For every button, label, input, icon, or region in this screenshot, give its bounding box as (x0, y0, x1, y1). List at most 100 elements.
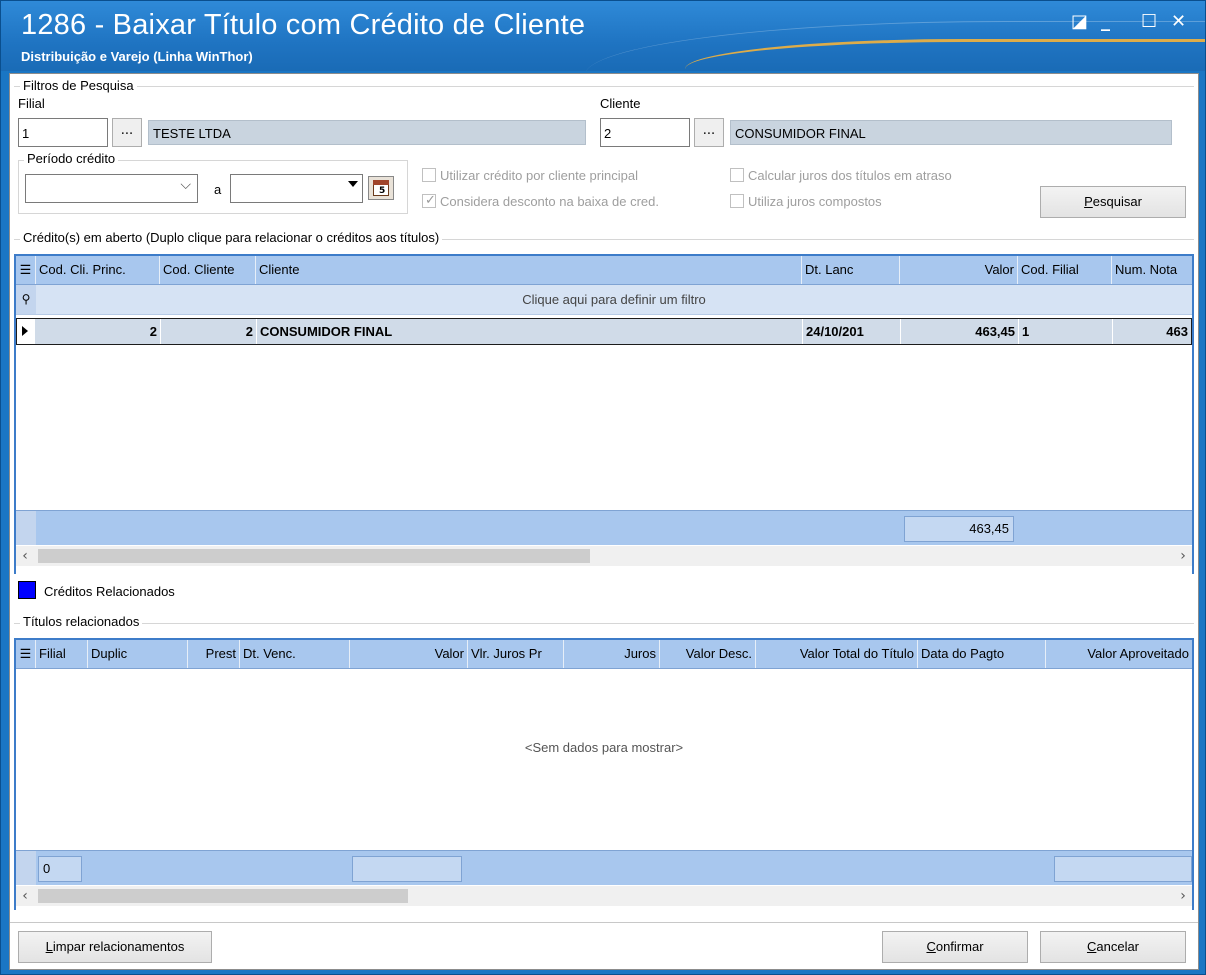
scroll-right-icon[interactable]: › (1174, 886, 1192, 906)
col-vlr-juros-pr[interactable]: Vlr. Juros Pr (468, 640, 564, 668)
col-valor-total[interactable]: Valor Total do Título (756, 640, 918, 668)
column-chooser-icon[interactable]: ☰ (16, 256, 36, 284)
filial-label: Filial (18, 96, 45, 111)
col-dt-lanc[interactable]: Dt. Lanc (802, 256, 900, 284)
checkbox-checked-icon: ✓ (422, 192, 436, 208)
footer-indicator (16, 511, 36, 545)
col-dt-venc[interactable]: Dt. Venc. (240, 640, 350, 668)
confirmar-label: onfirmar (935, 939, 984, 954)
pesquisar-label: esquisar (1092, 194, 1142, 209)
checkbox-icon (730, 194, 744, 208)
cell-cod-cli-princ: 2 (37, 319, 161, 344)
titulos-footer: 0 (16, 850, 1192, 885)
scroll-thumb[interactable] (38, 549, 590, 563)
col-data-pagto[interactable]: Data do Pagto (918, 640, 1046, 668)
column-chooser-icon[interactable]: ☰ (16, 640, 36, 668)
sum-valor-box (352, 856, 462, 882)
window-subtitle: Distribuição e Varejo (Linha WinThor) (21, 49, 253, 64)
creditos-legend: Crédito(s) em aberto (Duplo clique para … (20, 230, 443, 245)
restore-icon[interactable]: ◪ (1071, 11, 1088, 32)
cell-dt-lanc: 24/10/201 (803, 319, 901, 344)
chevron-down-icon: ⌵ (180, 177, 191, 193)
checkbox-icon (422, 168, 436, 182)
confirmar-button[interactable]: Confirmar (882, 931, 1028, 963)
cancelar-button[interactable]: Cancelar (1040, 931, 1186, 963)
col-valor-desc[interactable]: Valor Desc. (660, 640, 756, 668)
col-cliente[interactable]: Cliente (256, 256, 802, 284)
row-indicator-icon (17, 319, 35, 344)
cell-cliente: CONSUMIDOR FINAL (257, 319, 803, 344)
filter-row[interactable]: ⚲ Clique aqui para definir um filtro (16, 285, 1192, 315)
col-cod-cli-princ[interactable]: Cod. Cli. Princ. (36, 256, 160, 284)
cell-cod-filial: 1 (1019, 319, 1113, 344)
col-filial[interactable]: Filial (36, 640, 88, 668)
cliente-label: Cliente (600, 96, 641, 111)
col-cod-filial[interactable]: Cod. Filial (1018, 256, 1112, 284)
titulos-group-line (14, 623, 1194, 624)
cliente-code-input[interactable]: 2 (600, 118, 690, 147)
app-window: 1286 - Baixar Título com Crédito de Clie… (0, 0, 1206, 975)
creditos-grid[interactable]: ☰ Cod. Cli. Princ. Cod. Cliente Cliente … (14, 254, 1194, 574)
periodo-legend: Período crédito (24, 151, 119, 166)
confirmar-hotkey: C (926, 939, 936, 954)
title-bar[interactable]: 1286 - Baixar Título com Crédito de Clie… (1, 1, 1205, 71)
client-area: Filtros de Pesquisa Filial 1 ... TESTE L… (9, 73, 1199, 970)
col-valor-aproveitado[interactable]: Valor Aproveitado (1046, 640, 1192, 668)
col-cod-cliente[interactable]: Cod. Cliente (160, 256, 256, 284)
cancelar-hotkey: C (1086, 939, 1097, 954)
check-juros-atraso-label: Calcular juros dos títulos em atraso (748, 168, 952, 183)
checkbox-icon (730, 168, 744, 182)
pesquisar-hotkey: P (1084, 194, 1093, 209)
bottom-divider (10, 922, 1198, 923)
check-cliente-principal-label: Utilizar crédito por cliente principal (440, 168, 638, 183)
sum-aproveitado-box (1054, 856, 1192, 882)
titulos-hscrollbar[interactable]: ‹ › (16, 886, 1192, 906)
col-valor-titulo[interactable]: Valor (350, 640, 468, 668)
cell-num-nota: 463 (1166, 324, 1188, 339)
limpar-hotkey: L (45, 939, 53, 954)
footer-indicator (16, 851, 36, 885)
filial-lookup-button[interactable]: ... (112, 118, 142, 147)
table-row[interactable]: 2 2 CONSUMIDOR FINAL 24/10/201 463,45 1 … (16, 318, 1192, 345)
filter-icon[interactable]: ⚲ (16, 285, 36, 314)
creditos-hscrollbar[interactable]: ‹ › (16, 546, 1192, 566)
scroll-left-icon[interactable]: ‹ (16, 886, 34, 906)
periodo-from-select[interactable]: ⌵ (25, 174, 198, 203)
total-valor: 463,45 (904, 516, 1014, 542)
calendar-icon[interactable]: 5 (368, 176, 394, 200)
scroll-left-icon[interactable]: ‹ (16, 546, 34, 566)
col-valor[interactable]: Valor (900, 256, 1018, 284)
filial-code-input[interactable]: 1 (18, 118, 108, 147)
col-prest[interactable]: Prest (188, 640, 240, 668)
limpar-relacionamentos-button[interactable]: Limpar relacionamentos (18, 931, 212, 963)
creditos-header: ☰ Cod. Cli. Princ. Cod. Cliente Cliente … (16, 256, 1192, 285)
check-desconto-label: Considera desconto na baixa de cred. (440, 194, 659, 209)
pesquisar-button[interactable]: Pesquisar (1040, 186, 1186, 218)
col-juros[interactable]: Juros (564, 640, 660, 668)
scroll-thumb[interactable] (38, 889, 408, 903)
check-juros-compostos[interactable]: Utiliza juros compostos (730, 194, 882, 209)
check-juros-atraso[interactable]: Calcular juros dos títulos em atraso (730, 168, 952, 183)
filial-name-field: TESTE LTDA (148, 120, 586, 145)
cliente-lookup-button[interactable]: ... (694, 118, 724, 147)
cancelar-label: ancelar (1096, 939, 1140, 954)
col-num-nota[interactable]: Num. Nota (1112, 256, 1192, 284)
creditos-footer: 463,45 (16, 510, 1192, 545)
filter-hint: Clique aqui para definir um filtro (522, 292, 706, 307)
maximize-icon[interactable]: ☐ (1141, 11, 1157, 32)
close-icon[interactable]: ✕ (1171, 11, 1186, 32)
count-box: 0 (38, 856, 82, 882)
check-desconto[interactable]: ✓ Considera desconto na baixa de cred. (422, 192, 659, 209)
window-title: 1286 - Baixar Título com Crédito de Clie… (21, 9, 586, 41)
cliente-name-field: CONSUMIDOR FINAL (730, 120, 1172, 145)
minimize-icon[interactable]: _ (1101, 11, 1110, 32)
scroll-right-icon[interactable]: › (1174, 546, 1192, 566)
col-duplic[interactable]: Duplic (88, 640, 188, 668)
dropdown-arrow-icon (348, 181, 358, 187)
limpar-label: impar relacionamentos (52, 939, 185, 954)
titulos-grid[interactable]: ☰ Filial Duplic Prest Dt. Venc. Valor Vl… (14, 638, 1194, 910)
periodo-to-select[interactable] (230, 174, 363, 203)
check-cliente-principal[interactable]: Utilizar crédito por cliente principal (422, 168, 638, 183)
cell-valor: 463,45 (901, 319, 1019, 344)
titulos-legend: Títulos relacionados (20, 614, 143, 629)
